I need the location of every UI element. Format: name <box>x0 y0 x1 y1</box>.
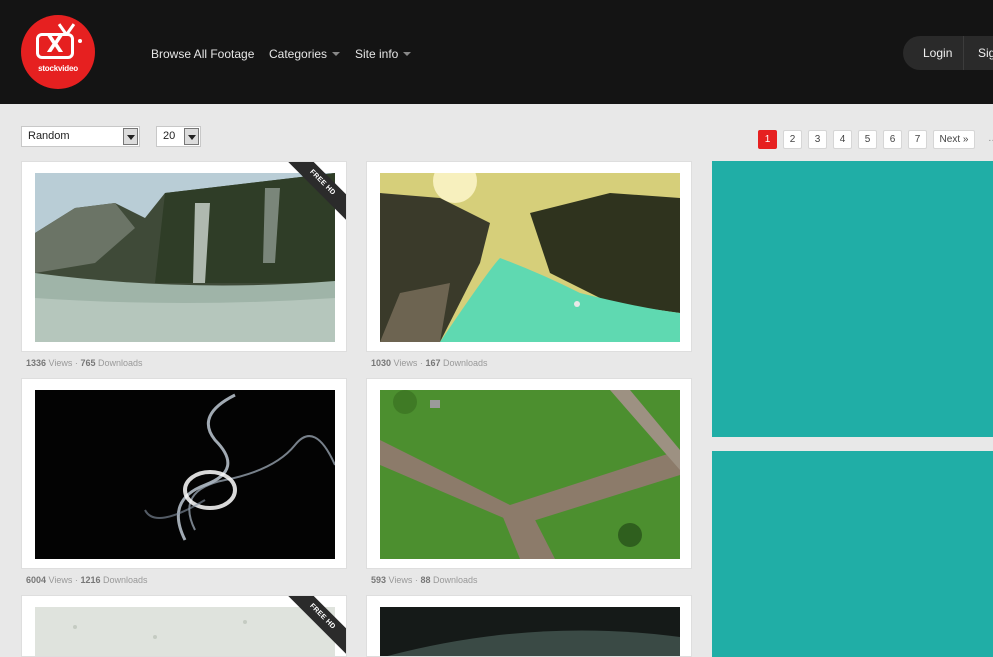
sort-select-value: Random <box>28 130 70 142</box>
login-button[interactable]: Login <box>923 46 952 60</box>
video-thumbnail[interactable] <box>35 390 335 559</box>
downloads-count: 88 <box>420 575 431 585</box>
video-thumbnail[interactable] <box>35 607 335 656</box>
nav-site-info-label: Site info <box>355 47 399 61</box>
video-thumbnail[interactable] <box>380 607 680 656</box>
video-stats: 1336 Views · 765 Downloads <box>26 358 143 369</box>
chevron-down-icon <box>332 52 341 56</box>
logo-mark: X <box>46 33 64 58</box>
views-count: 1336 <box>26 358 47 368</box>
video-card[interactable]: FREE HD <box>21 161 347 352</box>
views-label: Views <box>393 358 418 368</box>
video-thumbnail[interactable] <box>35 173 335 342</box>
page-1-button[interactable]: 1 <box>758 130 777 149</box>
views-count: 593 <box>371 575 387 585</box>
stats-separator: · <box>74 575 78 585</box>
chevron-down-icon[interactable] <box>123 128 138 145</box>
site-header: X stockvideo Browse All Footage Categori… <box>0 0 993 104</box>
views-count: 6004 <box>26 575 47 585</box>
auth-group: Login Sign Up <box>903 36 993 70</box>
video-card[interactable] <box>366 595 692 657</box>
page-3-button[interactable]: 3 <box>808 130 827 149</box>
chevron-down-icon[interactable] <box>184 128 199 145</box>
views-count: 1030 <box>371 358 392 368</box>
chevron-down-icon <box>403 52 412 56</box>
per-page-select-value: 20 <box>163 130 176 142</box>
site-logo[interactable]: X stockvideo <box>21 15 95 89</box>
nav-site-info[interactable]: Site info <box>355 47 412 61</box>
downloads-label: Downloads <box>102 575 148 585</box>
downloads-label: Downloads <box>442 358 488 368</box>
downloads-count: 765 <box>80 358 96 368</box>
downloads-count: 1216 <box>80 575 101 585</box>
next-page-button[interactable]: Next » <box>933 130 975 149</box>
downloads-label: Downloads <box>97 358 143 368</box>
pagination-ellipsis: … <box>988 133 993 144</box>
logo-text: stockvideo <box>38 64 78 73</box>
video-stats: 6004 Views · 1216 Downloads <box>26 575 148 586</box>
downloads-count: 167 <box>425 358 441 368</box>
downloads-label: Downloads <box>432 575 478 585</box>
video-stats: 593 Views · 88 Downloads <box>371 575 478 586</box>
ad-banner[interactable] <box>712 161 993 437</box>
views-label: Views <box>388 575 413 585</box>
views-label: Views <box>48 358 73 368</box>
per-page-select[interactable]: 20 <box>156 126 201 147</box>
page-5-button[interactable]: 5 <box>858 130 877 149</box>
video-thumbnail[interactable] <box>380 390 680 559</box>
tv-icon: X <box>36 33 74 59</box>
nav-browse-all-footage[interactable]: Browse All Footage <box>151 47 254 61</box>
stats-separator: · <box>414 575 418 585</box>
stats-separator: · <box>419 358 423 368</box>
stats-separator: · <box>74 358 78 368</box>
video-card[interactable] <box>366 378 692 569</box>
video-thumbnail[interactable] <box>380 173 680 342</box>
logo-dot <box>78 39 82 43</box>
video-card[interactable]: FREE HD <box>21 595 347 657</box>
nav-categories[interactable]: Categories <box>269 47 341 61</box>
auth-divider <box>963 36 964 70</box>
page-6-button[interactable]: 6 <box>883 130 902 149</box>
page-4-button[interactable]: 4 <box>833 130 852 149</box>
signup-button[interactable]: Sign Up <box>978 46 993 60</box>
video-card[interactable] <box>366 161 692 352</box>
sort-select[interactable]: Random <box>21 126 140 147</box>
page-7-button[interactable]: 7 <box>908 130 927 149</box>
ad-banner[interactable] <box>712 451 993 657</box>
video-stats: 1030 Views · 167 Downloads <box>371 358 488 369</box>
page-2-button[interactable]: 2 <box>783 130 802 149</box>
video-card[interactable] <box>21 378 347 569</box>
views-label: Views <box>48 575 73 585</box>
nav-browse-label: Browse All Footage <box>151 47 255 61</box>
nav-categories-label: Categories <box>269 47 328 61</box>
